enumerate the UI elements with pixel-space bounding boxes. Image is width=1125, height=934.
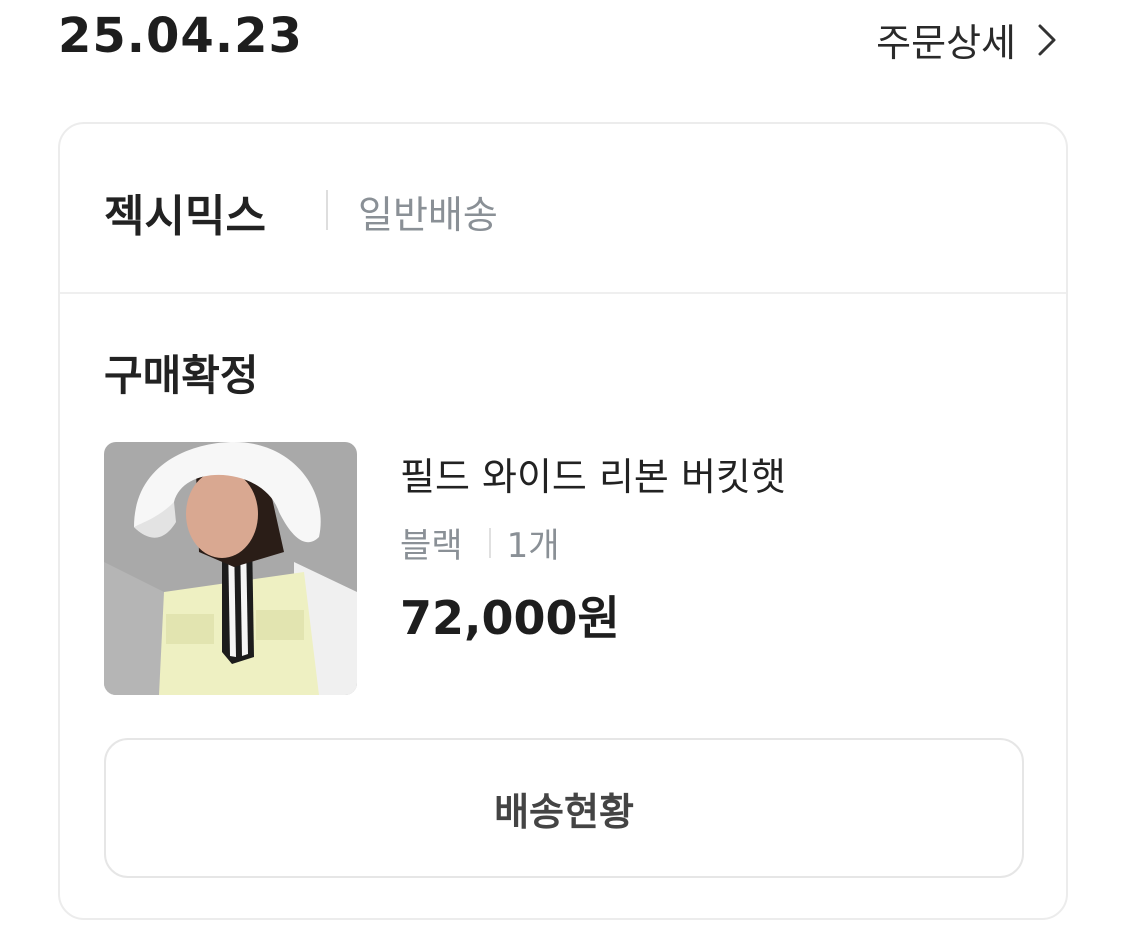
shipping-type: 일반배송 [358, 193, 498, 237]
product-image[interactable] [104, 442, 357, 695]
order-history-page: 25.04.23 주문상세 젝시믹스 일반배송 구매확정 필드 와이드 리본 버… [0, 0, 1125, 934]
product-price: 72,000원 [400, 591, 620, 645]
order-header: 25.04.23 주문상세 [58, 0, 1058, 80]
product-option: 블랙 1개 [400, 518, 559, 567]
track-delivery-button[interactable]: 배송현황 [104, 738, 1024, 878]
order-detail-link[interactable]: 주문상세 [876, 12, 1058, 67]
product-quantity: 1개 [506, 526, 560, 566]
order-date: 25.04.23 [58, 8, 303, 64]
option-divider [488, 527, 491, 558]
product-name[interactable]: 필드 와이드 리본 버킷햇 [400, 446, 786, 501]
seller-divider [326, 190, 328, 230]
seller-name[interactable]: 젝시믹스 [104, 180, 266, 244]
order-detail-label: 주문상세 [876, 21, 1016, 65]
product-color: 블랙 [400, 526, 463, 566]
order-status: 구매확정 [104, 351, 259, 400]
order-card: 젝시믹스 일반배송 구매확정 필드 와이드 리본 버킷햇 블랙 1개 72,00… [58, 122, 1068, 920]
seller-row: 젝시믹스 일반배송 [60, 124, 1066, 294]
chevron-right-icon [1038, 24, 1056, 55]
product-photo-illustration [104, 442, 357, 695]
